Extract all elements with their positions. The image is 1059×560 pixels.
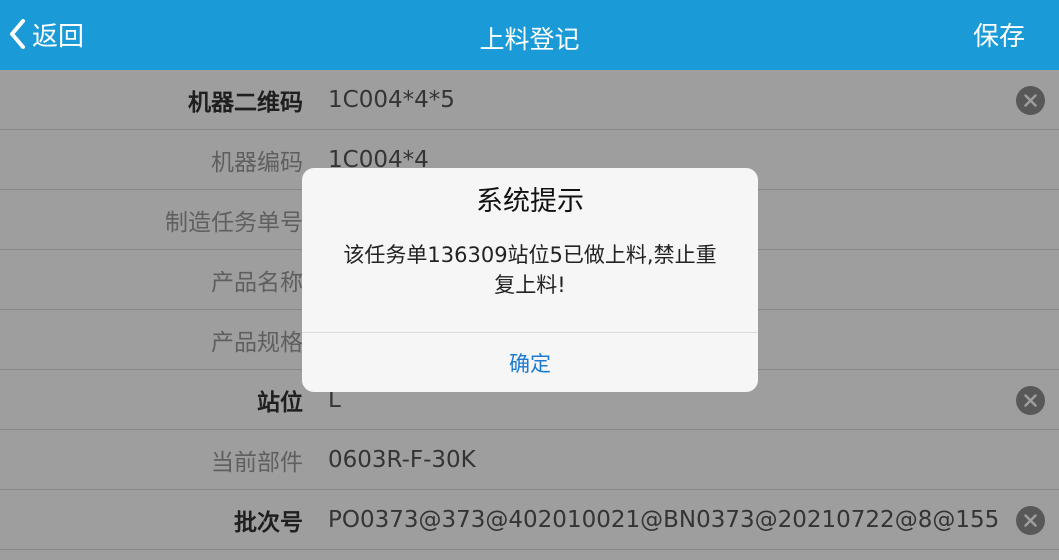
save-button[interactable]: 保存 [973, 16, 1025, 53]
dialog-title: 系统提示 [476, 186, 584, 217]
confirm-button[interactable]: 确定 [302, 333, 758, 392]
dialog-message: 该任务单136309站位5已做上料,禁止重复上料! [343, 243, 717, 297]
page-title: 上料登记 [479, 25, 580, 54]
navbar: 返回 上料登记 保存 [0, 0, 1059, 70]
alert-dialog: 系统提示 该任务单136309站位5已做上料,禁止重复上料! 确定 [302, 168, 758, 392]
